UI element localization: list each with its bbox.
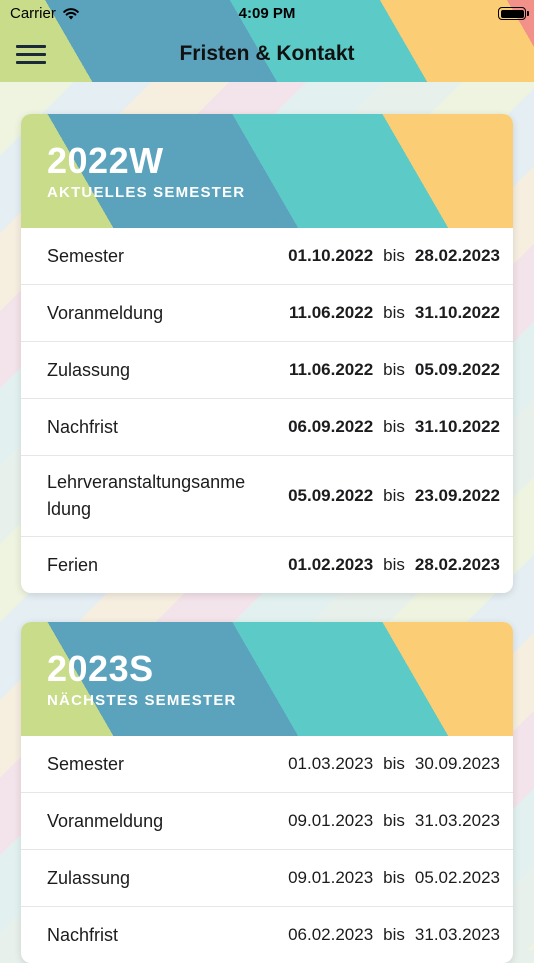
- end-date: 31.03.2023: [414, 925, 500, 944]
- deadline-label: Nachfrist: [47, 416, 119, 437]
- range-separator: bis: [383, 811, 405, 830]
- start-date: 11.06.2022: [289, 303, 374, 322]
- date-range: 06.09.2022 bis 31.10.2022: [288, 417, 500, 437]
- battery-icon: [498, 7, 529, 20]
- deadline-row: Voranmeldung 11.06.2022 bis 31.10.2022: [21, 284, 513, 341]
- end-date: 30.09.2023: [414, 754, 500, 773]
- semester-header: 2022W AKTUELLES SEMESTER: [21, 114, 513, 228]
- deadline-label: Semester: [47, 245, 125, 266]
- range-separator: bis: [383, 555, 405, 574]
- range-separator: bis: [383, 246, 405, 265]
- deadline-row: Ferien 01.02.2023 bis 28.02.2023: [21, 536, 513, 593]
- start-date: 06.02.2023: [288, 925, 374, 944]
- end-date: 23.09.2022: [414, 486, 500, 505]
- deadline-list: Semester 01.03.2023 bis 30.09.2023 Voran…: [21, 736, 513, 963]
- semester-card-current: 2022W AKTUELLES SEMESTER Semester 01.10.…: [21, 114, 513, 593]
- range-separator: bis: [383, 417, 405, 436]
- deadline-label: Lehrveranstaltungsanmeldung: [47, 472, 246, 519]
- deadline-label: Zulassung: [47, 359, 131, 380]
- date-range: 01.02.2023 bis 28.02.2023: [288, 555, 500, 575]
- deadline-row: Voranmeldung 09.01.2023 bis 31.03.2023: [21, 792, 513, 849]
- start-date: 09.01.2023: [288, 811, 374, 830]
- date-range: 01.10.2022 bis 28.02.2023: [288, 246, 500, 266]
- range-separator: bis: [383, 360, 405, 379]
- semester-code: 2023S: [47, 648, 154, 689]
- end-date: 31.10.2022: [414, 417, 500, 436]
- navigation-bar: Carrier 4:09 PM Fristen & Kontakt: [0, 0, 534, 82]
- deadline-label: Voranmeldung: [47, 810, 164, 831]
- range-separator: bis: [383, 868, 405, 887]
- start-date: 06.09.2022: [288, 417, 374, 436]
- date-range: 11.06.2022 bis 31.10.2022: [289, 303, 500, 323]
- semester-label: AKTUELLES SEMESTER: [47, 184, 246, 201]
- end-date: 28.02.2023: [414, 555, 500, 574]
- semester-header: 2023S NÄCHSTES SEMESTER: [21, 622, 513, 736]
- end-date: 05.09.2022: [414, 360, 500, 379]
- end-date: 05.02.2023: [414, 868, 500, 887]
- start-date: 01.03.2023: [288, 754, 374, 773]
- date-range: 11.06.2022 bis 05.09.2022: [289, 360, 500, 380]
- deadline-row: Semester 01.03.2023 bis 30.09.2023: [21, 736, 513, 792]
- deadline-row: Semester 01.10.2022 bis 28.02.2023: [21, 228, 513, 284]
- deadline-label: Nachfrist: [47, 924, 119, 945]
- date-range: 06.02.2023 bis 31.03.2023: [288, 925, 500, 945]
- date-range: 09.01.2023 bis 31.03.2023: [288, 811, 500, 831]
- deadline-list: Semester 01.10.2022 bis 28.02.2023 Voran…: [21, 228, 513, 593]
- semester-card-next: 2023S NÄCHSTES SEMESTER Semester 01.03.2…: [21, 622, 513, 963]
- deadline-label: Semester: [47, 753, 125, 774]
- date-range: 05.09.2022 bis 23.09.2022: [288, 486, 500, 506]
- semester-code: 2022W: [47, 140, 164, 181]
- start-date: 09.01.2023: [288, 868, 374, 887]
- start-date: 01.02.2023: [288, 555, 374, 574]
- range-separator: bis: [383, 486, 405, 505]
- end-date: 28.02.2023: [414, 246, 500, 265]
- range-separator: bis: [383, 925, 405, 944]
- page-title: Fristen & Kontakt: [179, 42, 355, 65]
- semester-label: NÄCHSTES SEMESTER: [47, 692, 237, 709]
- deadline-label: Zulassung: [47, 867, 131, 888]
- end-date: 31.10.2022: [414, 303, 500, 322]
- deadline-row: Nachfrist 06.02.2023 bis 31.03.2023: [21, 906, 513, 963]
- status-bar: Carrier 4:09 PM: [0, 0, 534, 28]
- deadline-row: Lehrveranstaltungsanmeldung 05.09.2022 b…: [21, 455, 513, 536]
- deadline-label: Ferien: [47, 554, 99, 575]
- start-date: 01.10.2022: [288, 246, 374, 265]
- start-date: 11.06.2022: [289, 360, 374, 379]
- date-range: 01.03.2023 bis 30.09.2023: [288, 754, 500, 774]
- deadline-row: Zulassung 09.01.2023 bis 05.02.2023: [21, 849, 513, 906]
- date-range: 09.01.2023 bis 05.02.2023: [288, 868, 500, 888]
- deadline-row: Zulassung 11.06.2022 bis 05.09.2022: [21, 341, 513, 398]
- end-date: 31.03.2023: [414, 811, 500, 830]
- clock: 4:09 PM: [238, 5, 296, 22]
- deadline-row: Nachfrist 06.09.2022 bis 31.10.2022: [21, 398, 513, 455]
- range-separator: bis: [383, 754, 405, 773]
- deadline-label: Voranmeldung: [47, 302, 164, 323]
- start-date: 05.09.2022: [288, 486, 374, 505]
- range-separator: bis: [383, 303, 405, 322]
